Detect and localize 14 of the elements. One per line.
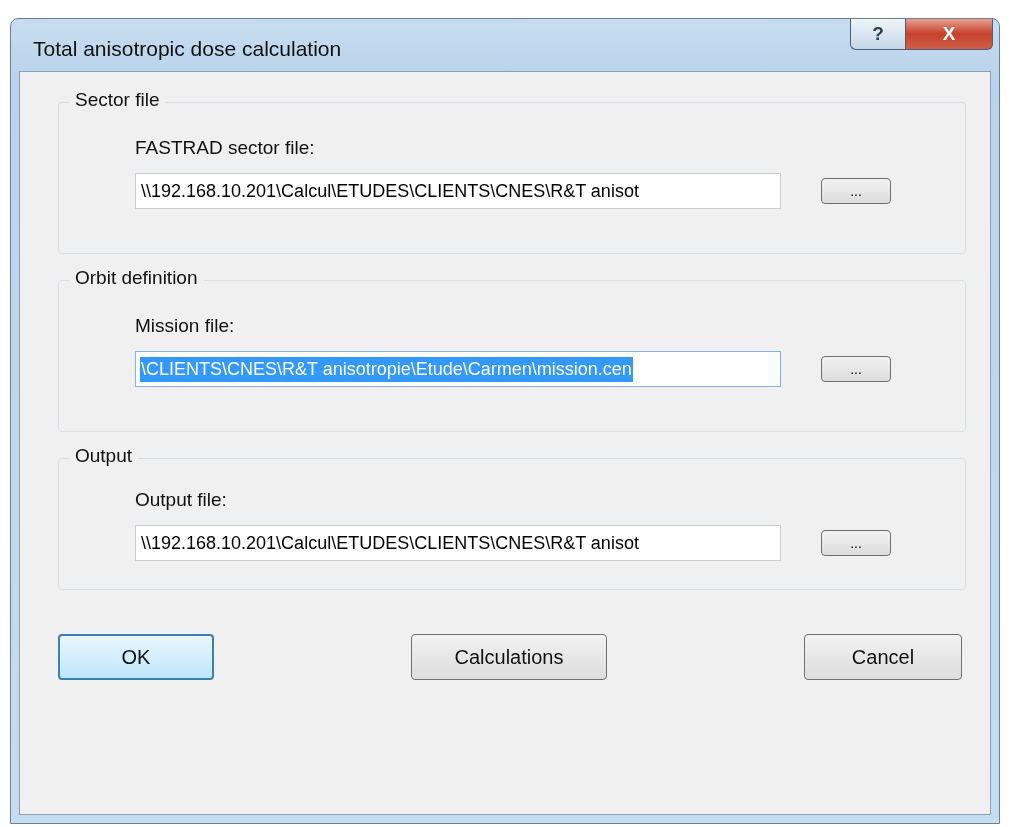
- field-label: Output file:: [135, 489, 228, 511]
- path-field[interactable]: \\192.168.10.201\Calcul\ETUDES\CLIENTS\CNES\R&T anisot: [135, 173, 781, 209]
- field-label: Mission file:: [135, 315, 236, 337]
- dialog-button[interactable]: Cancel: [804, 634, 962, 680]
- browse-button[interactable]: ...: [821, 530, 891, 556]
- dialog-button[interactable]: Calculations: [411, 634, 607, 680]
- path-field[interactable]: \\192.168.10.201\Calcul\ETUDES\CLIENTS\CNES\R&T anisot: [135, 525, 781, 561]
- field-label: FASTRAD sector file:: [135, 137, 316, 159]
- close-button[interactable]: X: [905, 19, 993, 50]
- dialog-button[interactable]: OK: [58, 634, 214, 680]
- browse-button[interactable]: ...: [821, 356, 891, 382]
- help-button[interactable]: ?: [850, 19, 905, 50]
- browse-button[interactable]: ...: [821, 178, 891, 204]
- window-title: Total anisotropic dose calculation: [33, 37, 342, 61]
